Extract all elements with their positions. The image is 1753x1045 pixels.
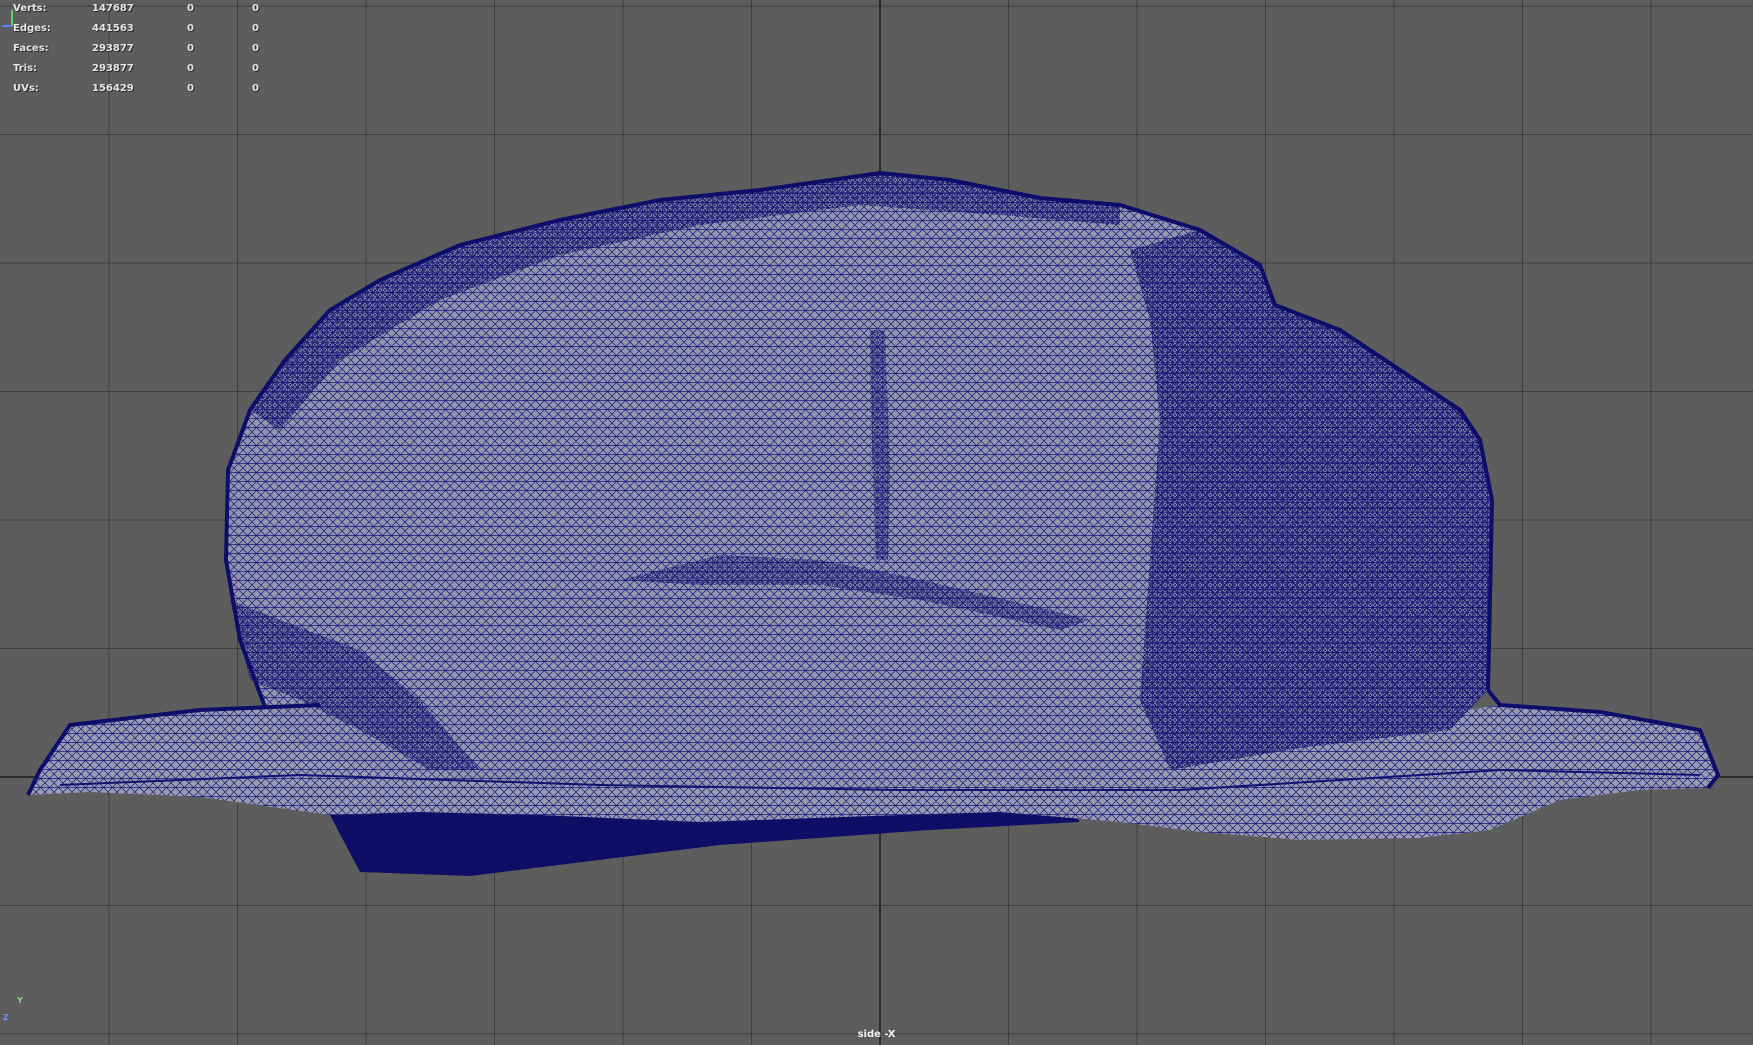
- hud-label: Tris:: [13, 63, 38, 74]
- hud-component: 0: [252, 3, 259, 14]
- camera-label: side -X: [857, 1029, 896, 1040]
- hud-value: 147687: [92, 3, 134, 14]
- hud-component: 0: [252, 43, 259, 54]
- side-viewport[interactable]: Verts: 147687 0 0 Edges: 441563 0 0 Face…: [0, 0, 1753, 1045]
- hud-row-faces: Faces: 293877 0 0: [0, 43, 300, 57]
- hud-row-edges: Edges: 441563 0 0: [0, 23, 300, 37]
- hud-row-verts: Verts: 147687 0 0: [0, 3, 300, 17]
- hud-row-uvs: UVs: 156429 0 0: [0, 83, 300, 97]
- hud-component: 0: [252, 23, 259, 34]
- hud-selected: 0: [187, 63, 194, 74]
- hud-component: 0: [252, 63, 259, 74]
- axis-gizmo-icon: [2, 10, 13, 27]
- hud-row-tris: Tris: 293877 0 0: [0, 63, 300, 77]
- viewport-canvas[interactable]: [0, 0, 1753, 1045]
- hud-value: 293877: [92, 63, 134, 74]
- hud-component: 0: [252, 83, 259, 94]
- axis-y-label: Y: [17, 996, 23, 1005]
- rock-right-face-dense: [1130, 230, 1492, 770]
- hud-selected: 0: [187, 23, 194, 34]
- hud-selected: 0: [187, 3, 194, 14]
- hud-label: UVs:: [13, 83, 39, 94]
- hud-value: 441563: [92, 23, 134, 34]
- hud-value: 293877: [92, 43, 134, 54]
- hud-label: Faces:: [13, 43, 49, 54]
- hud-value: 156429: [92, 83, 134, 94]
- hud-selected: 0: [187, 83, 194, 94]
- hud-selected: 0: [187, 43, 194, 54]
- axis-z-label: Z: [3, 1013, 9, 1022]
